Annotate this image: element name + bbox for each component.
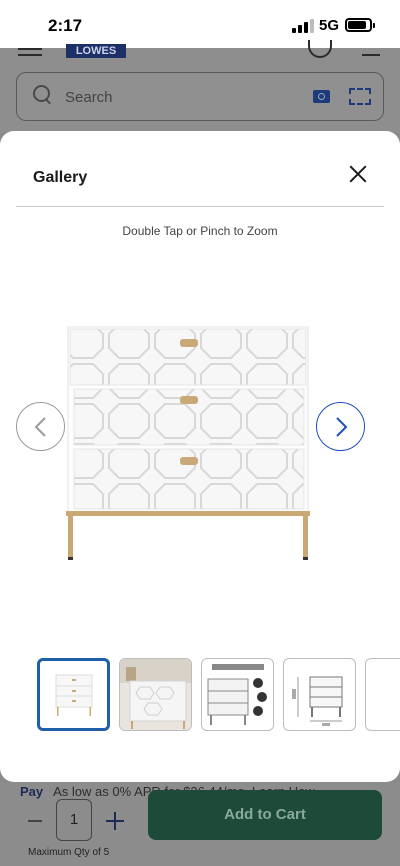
close-icon[interactable] [344,161,372,189]
minus-icon[interactable] [28,820,42,822]
divider [16,206,384,207]
thumbnail-more[interactable] [365,658,400,731]
battery-icon [345,18,375,32]
signal-bar [304,22,308,33]
barcode-scan-icon[interactable] [349,88,371,105]
previous-image-button[interactable] [16,402,65,451]
background-purchase-bar: PayAs low as 0% APR for $26.44/mo. Learn… [0,782,400,866]
signal-bar [310,19,314,33]
user-icon[interactable] [308,40,332,58]
max-quantity-label: Maximum Qty of 5 [28,847,110,858]
add-to-cart-button[interactable]: Add to Cart [148,790,382,840]
zoom-hint: Double Tap or Pinch to Zoom [122,224,278,238]
signal-bar [298,25,302,33]
search-bar[interactable]: Search [16,72,384,121]
gallery-modal: Gallery Double Tap or Pinch to Zoom [0,131,400,782]
search-icon [33,85,51,107]
status-bar: 2:17 5G [0,0,400,48]
thumbnail-strip[interactable] [37,657,400,732]
status-time: 2:17 [48,16,83,35]
lowes-logo[interactable]: LOWES [66,44,126,58]
camera-icon[interactable] [313,90,330,103]
promo-brand: Pay [20,784,44,799]
thumbnail-assembly-diagram[interactable] [201,658,274,731]
next-image-button[interactable] [316,402,365,451]
thumbnail-dimensions-diagram[interactable] [283,658,356,731]
chevron-left-icon [34,417,46,437]
background-header: LOWES Search [0,40,400,133]
quantity-field[interactable]: 1 [56,799,92,841]
thumbnail-dresser-front[interactable] [37,658,110,731]
plus-icon[interactable] [106,812,124,830]
battery-level [348,21,366,29]
search-placeholder: Search [65,89,113,106]
cart-icon[interactable] [362,44,380,56]
network-type: 5G [319,17,340,34]
menu-icon[interactable] [18,48,42,58]
chevron-right-icon [336,417,348,437]
signal-bar [292,28,296,33]
signal-strength-icon [292,19,314,33]
main-product-image[interactable] [60,321,318,561]
gallery-title: Gallery [33,169,88,186]
thumbnail-room-scene[interactable] [119,658,192,731]
